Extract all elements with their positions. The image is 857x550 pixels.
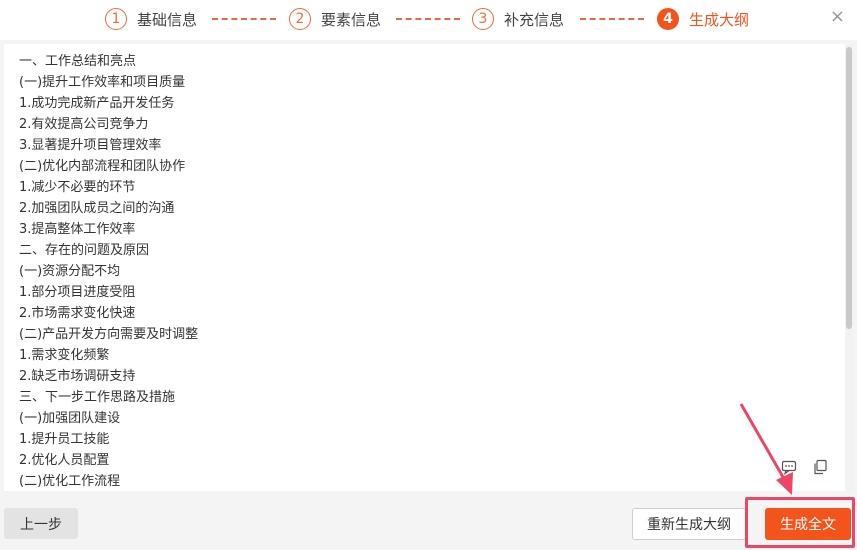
outline-line: 1.需求变化频繁	[19, 348, 110, 363]
outline-line: 3.提高整体工作效率	[19, 222, 136, 237]
step-connector	[396, 18, 460, 20]
step-label: 要素信息	[321, 10, 382, 29]
step-connector	[580, 18, 644, 20]
step-supplement-info: 3 补充信息	[472, 6, 564, 32]
outline-line: (二)产品开发方向需要及时调整	[19, 327, 199, 342]
outline-line: (二)优化内部流程和团队协作	[19, 159, 186, 174]
step-label: 补充信息	[504, 10, 565, 29]
outline-editor[interactable]: 一、工作总结和亮点 (一)提升工作效率和项目质量 1.成功完成新产品开发任务 2.有效…	[4, 44, 853, 491]
outline-line: (一)加强团队建设	[19, 411, 121, 426]
step-number: 1	[105, 8, 127, 30]
outline-line: 1.成功完成新产品开发任务	[19, 96, 175, 111]
outline-line: 一、工作总结和亮点	[19, 54, 137, 69]
copy-icon[interactable]	[812, 459, 828, 475]
outline-line: 1.减少不必要的环节	[19, 180, 136, 195]
outline-line: 2.优化人员配置	[19, 453, 110, 468]
outline-line: (一)提升工作效率和项目质量	[19, 75, 186, 90]
step-label: 基础信息	[137, 10, 198, 29]
outline-line: 2.市场需求变化快速	[19, 306, 136, 321]
previous-step-button[interactable]: 上一步	[4, 508, 78, 539]
step-basic-info: 1 基础信息	[105, 6, 197, 32]
scrollbar[interactable]	[845, 44, 853, 491]
outline-line: (二)优化工作流程	[19, 474, 121, 489]
step-connector	[212, 18, 276, 20]
outline-line: 2.有效提高公司竞争力	[19, 117, 149, 132]
outline-line: 二、存在的问题及原因	[19, 243, 150, 258]
step-generate-outline: 4 生成大纲	[657, 6, 749, 32]
comment-icon[interactable]	[781, 459, 797, 475]
close-icon[interactable]: ×	[830, 6, 845, 27]
outline-line: 1.部分项目进度受阻	[19, 285, 136, 300]
annotation-highlight-box	[745, 497, 855, 548]
outline-line: 3.显著提升项目管理效率	[19, 138, 162, 153]
step-label: 生成大纲	[689, 10, 750, 29]
step-number: 4	[657, 8, 679, 30]
regenerate-outline-button[interactable]: 重新生成大纲	[632, 508, 746, 540]
outline-line: 三、下一步工作思路及措施	[19, 390, 176, 405]
outline-text: 一、工作总结和亮点 (一)提升工作效率和项目质量 1.成功完成新产品开发任务 2.有效…	[4, 44, 853, 491]
outline-line: 2.加强团队成员之间的沟通	[19, 201, 175, 216]
step-element-info: 2 要素信息	[289, 6, 381, 32]
outline-line: 1.提升员工技能	[19, 432, 110, 447]
step-number: 3	[472, 8, 494, 30]
outline-line: 2.缺乏市场调研支持	[19, 369, 136, 384]
scrollbar-thumb[interactable]	[846, 47, 852, 329]
outline-line: (一)资源分配不均	[19, 264, 121, 279]
step-number: 2	[289, 8, 311, 30]
stepper: 1 基础信息 2 要素信息 3 补充信息 4 生成大纲 ×	[0, 0, 857, 40]
outline-dialog: 1 基础信息 2 要素信息 3 补充信息 4 生成大纲 × 一、工作总结和亮点 (…	[0, 0, 857, 550]
